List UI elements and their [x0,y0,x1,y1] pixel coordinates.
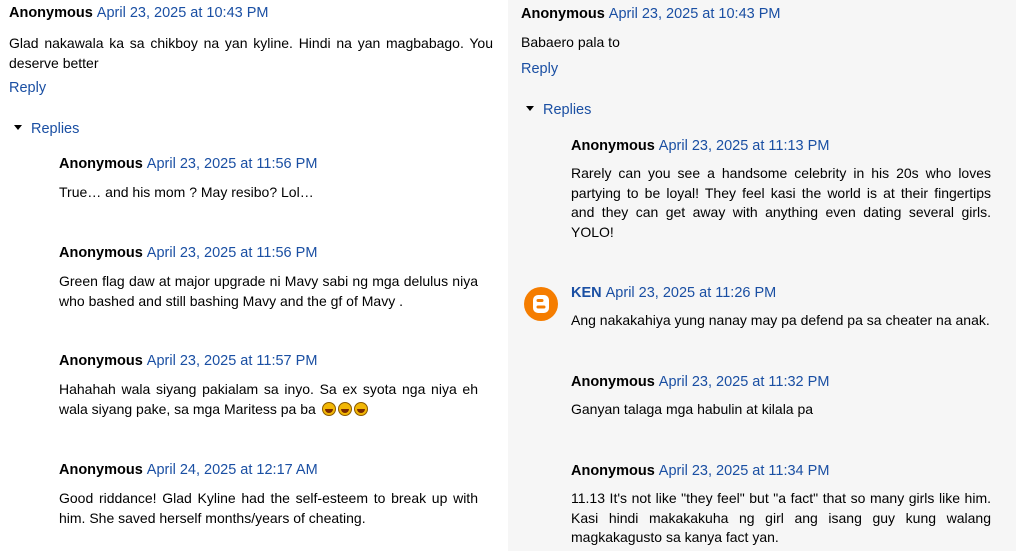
comment-date-link[interactable]: April 24, 2025 at 12:17 AM [147,462,318,478]
comment-author: Anonymous [9,5,93,21]
comment-body: Rarely can you see a handsome celebrity … [571,165,991,240]
reply-comment: Anonymous April 24, 2025 at 12:17 AM Good… [59,461,478,528]
comment-body: 11.13 It's not like "they feel" but "a f… [571,490,991,545]
reply-comment-ken: KEN April 23, 2025 at 11:26 PM Ang nakaka… [571,284,991,331]
comment-text: Hahahah wala siyang pakialam sa inyo. Sa… [59,381,478,417]
comment-body: Good riddance! Glad Kyline had the self-… [59,490,478,526]
comment-date-link[interactable]: April 23, 2025 at 11:26 PM [606,285,777,301]
comment-date-link[interactable]: April 23, 2025 at 11:56 PM [147,156,318,172]
reply-comment: Anonymous April 23, 2025 at 11:32 PM Gany… [571,373,991,420]
triangle-down-icon [14,124,22,130]
comment-date-link[interactable]: April 23, 2025 at 11:32 PM [659,374,830,390]
comment-date-link[interactable]: April 23, 2025 at 11:34 PM [659,463,830,479]
comment-author: Anonymous [521,6,605,22]
laughing-face-icon [353,401,368,416]
comment-author: Anonymous [59,245,143,261]
comment-author: Anonymous [59,156,143,172]
triangle-down-icon [526,105,534,111]
left-comment-thread: Anonymous April 23, 2025 at 10:43 PM Glad… [0,0,508,551]
comment-top-right: Anonymous April 23, 2025 at 10:43 PM Baba… [521,5,991,53]
reply-comment: Anonymous April 23, 2025 at 11:56 PM Gree… [59,244,478,311]
reply-comment: Anonymous April 23, 2025 at 11:13 PM Rare… [571,137,991,242]
comment-body: Ganyan talaga mga habulin at kilala pa [571,401,814,417]
comment-date-link[interactable]: April 23, 2025 at 11:56 PM [147,245,318,261]
replies-toggle-label: Replies [31,121,80,137]
comment-body: Glad nakawala ka sa chikboy na yan kylin… [9,35,493,71]
comment-date-link[interactable]: April 23, 2025 at 10:43 PM [97,5,269,21]
comment-top-left: Anonymous April 23, 2025 at 10:43 PM Glad… [9,4,493,73]
laughing-face-icon [321,401,336,416]
comment-body: Hahahah wala siyang pakialam sa inyo. Sa… [59,380,478,419]
comment-body: Babaero pala to [521,34,620,50]
comment-body: Green flag daw at major upgrade ni Mavy … [59,273,478,309]
blogger-icon[interactable] [524,287,558,321]
replies-toggle[interactable]: Replies [526,101,591,119]
reply-comment: Anonymous April 23, 2025 at 11:34 PM 11.1… [571,462,991,548]
comment-author: Anonymous [59,462,143,478]
comment-author-link[interactable]: KEN [571,285,602,301]
reply-button[interactable]: Reply [521,60,558,78]
comment-author: Anonymous [571,374,655,390]
comment-date-link[interactable]: April 23, 2025 at 10:43 PM [609,6,781,22]
replies-toggle-label: Replies [543,102,592,118]
laughing-face-icon [337,401,352,416]
replies-toggle[interactable]: Replies [14,120,79,138]
right-comment-thread: Anonymous April 23, 2025 at 10:43 PM Baba… [508,0,1016,551]
comment-body: True… and his mom ? May resibo? Lol… [59,184,314,200]
comment-author: Anonymous [59,353,143,369]
reply-button[interactable]: Reply [9,79,46,97]
comment-date-link[interactable]: April 23, 2025 at 11:57 PM [147,353,318,369]
comment-body: Ang nakakahiya yung nanay may pa defend … [571,312,990,328]
reply-comment: Anonymous April 23, 2025 at 11:57 PM Haha… [59,352,478,419]
comment-author: Anonymous [571,138,655,154]
comment-author: Anonymous [571,463,655,479]
comment-date-link[interactable]: April 23, 2025 at 11:13 PM [659,138,830,154]
reply-comment: Anonymous April 23, 2025 at 11:56 PM True… [59,155,478,203]
